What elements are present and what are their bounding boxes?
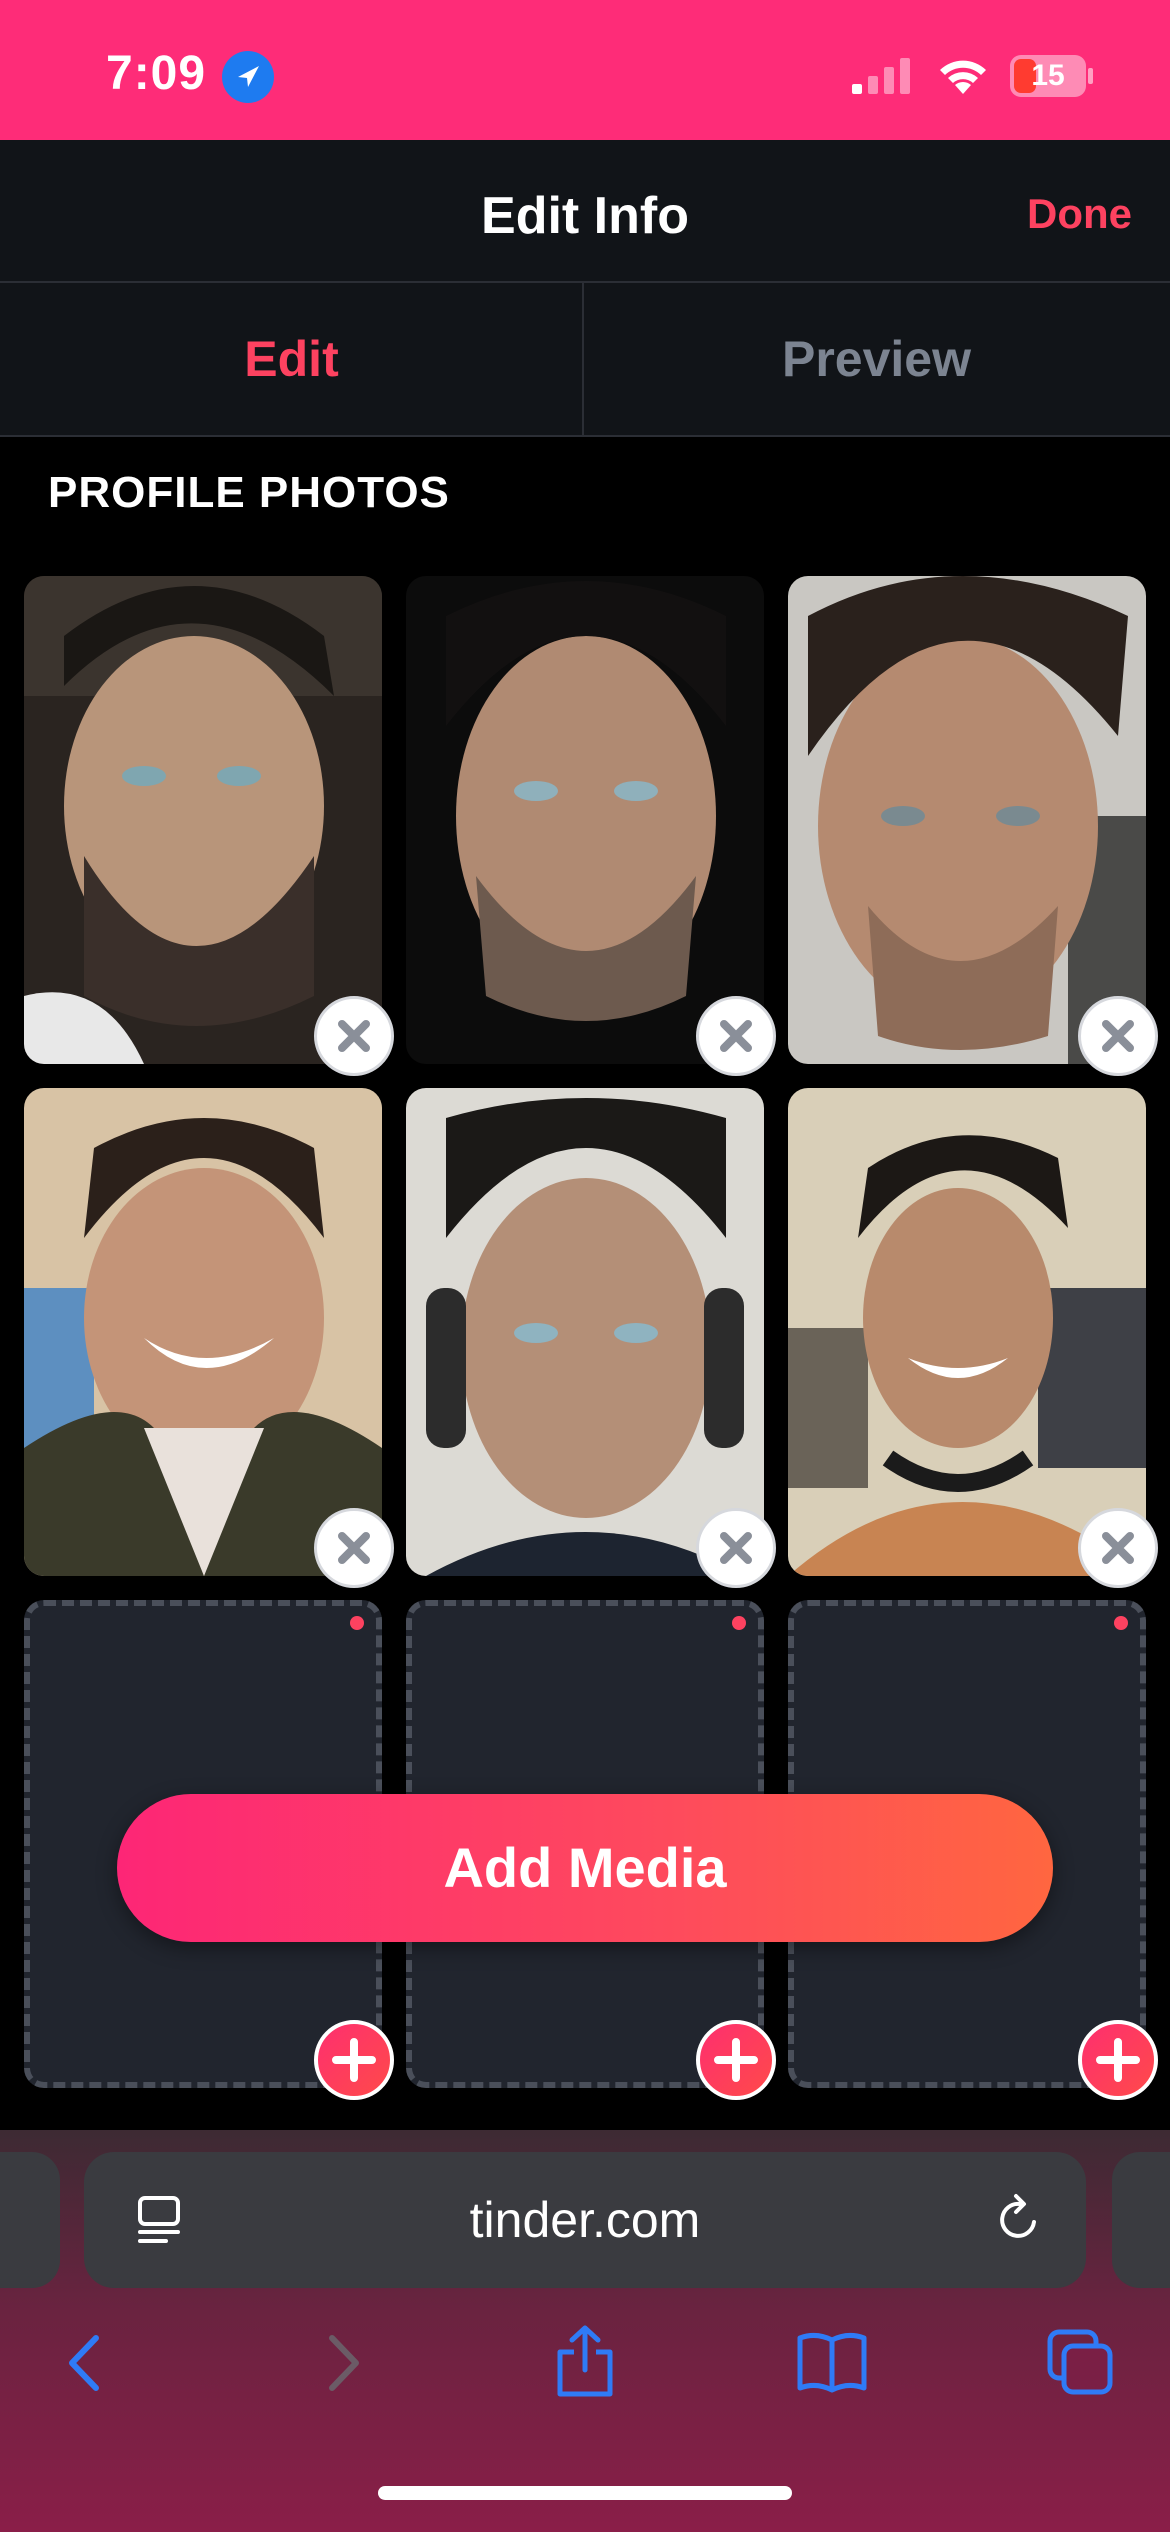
- next-tab-peek[interactable]: [1112, 2152, 1170, 2288]
- home-indicator: [378, 2486, 792, 2500]
- profile-photo-1[interactable]: [24, 576, 382, 1064]
- bookmarks-icon[interactable]: [796, 2330, 867, 2400]
- remove-photo-6-button[interactable]: [1078, 1508, 1158, 1588]
- previous-tab-peek[interactable]: [0, 2152, 60, 2288]
- status-bar: 7:09 15: [0, 0, 1170, 140]
- battery-level: 15: [1031, 59, 1065, 92]
- remove-photo-4-button[interactable]: [314, 1508, 394, 1588]
- remove-photo-1-button[interactable]: [314, 996, 394, 1076]
- profile-photo-6[interactable]: [788, 1088, 1146, 1576]
- add-media-button[interactable]: Add Media: [117, 1794, 1053, 1942]
- remove-photo-5-button[interactable]: [696, 1508, 776, 1588]
- page-menu-icon[interactable]: [134, 2194, 186, 2246]
- done-button[interactable]: Done: [1027, 190, 1132, 238]
- status-time: 7:09: [106, 47, 207, 100]
- location-arrow-icon: [222, 51, 274, 103]
- address-bar[interactable]: tinder.com: [84, 2152, 1086, 2288]
- indicator-dot: [732, 1616, 746, 1630]
- page-title: Edit Info: [481, 187, 689, 245]
- profile-photo-2[interactable]: [406, 576, 764, 1064]
- profile-photo-4[interactable]: [24, 1088, 382, 1576]
- url-text: tinder.com: [469, 2192, 701, 2248]
- indicator-dot: [1114, 1616, 1128, 1630]
- cellular-signal-icon: [852, 58, 912, 94]
- app-header: Edit Info Done: [0, 140, 1170, 283]
- tabs-icon[interactable]: [1046, 2328, 1116, 2398]
- add-photo-8-button[interactable]: [696, 2020, 776, 2100]
- remove-photo-3-button[interactable]: [1078, 996, 1158, 1076]
- profile-photo-3[interactable]: [788, 576, 1146, 1064]
- section-title: PROFILE PHOTOS: [48, 468, 450, 517]
- back-icon[interactable]: [52, 2328, 122, 2398]
- indicator-dot: [350, 1616, 364, 1630]
- forward-icon[interactable]: [306, 2328, 376, 2398]
- profile-photo-5[interactable]: [406, 1088, 764, 1576]
- tab-bar: Edit Preview: [0, 283, 1170, 437]
- add-photo-9-button[interactable]: [1078, 2020, 1158, 2100]
- add-photo-7-button[interactable]: [314, 2020, 394, 2100]
- wifi-icon: [935, 54, 991, 96]
- remove-photo-2-button[interactable]: [696, 996, 776, 1076]
- battery-icon: 15: [1010, 55, 1086, 97]
- share-icon[interactable]: [550, 2322, 620, 2397]
- tab-preview[interactable]: Preview: [585, 283, 1168, 435]
- tab-edit[interactable]: Edit: [0, 283, 583, 435]
- reload-icon[interactable]: [990, 2192, 1046, 2248]
